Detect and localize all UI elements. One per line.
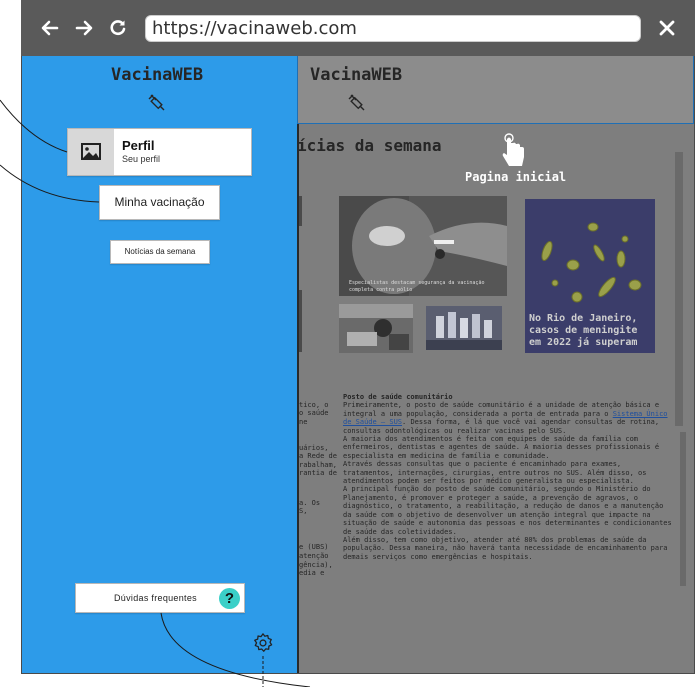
text-fragment: ne — [299, 418, 308, 426]
news-photo — [339, 304, 413, 353]
image-icon — [68, 129, 114, 175]
syringe-icon — [147, 92, 167, 117]
text-fragment: o saúde — [299, 409, 329, 417]
gear-icon[interactable] — [252, 632, 274, 659]
news-card-small[interactable] — [339, 304, 413, 353]
text-fragment: atenção — [299, 552, 329, 560]
my-vaccination-button[interactable]: Minha vacinação — [99, 185, 220, 220]
scrollbar[interactable] — [680, 432, 686, 586]
news-card-meningitis[interactable]: No Rio de Janeiro, casos de meningite em… — [525, 199, 655, 353]
close-icon[interactable] — [657, 18, 677, 38]
news-title: No Rio de Janeiro, casos de meningite em… — [529, 313, 638, 348]
article-paragraph: A maioria dos atendimentos é feita com e… — [343, 435, 660, 460]
weekly-news-button[interactable]: Notícias da semana — [110, 240, 210, 264]
text-fragment: S, — [299, 507, 308, 515]
screen: https://vacinaweb.com VacinaWEB ícias da… — [0, 0, 700, 687]
faq-label: Dúvidas frequentes — [114, 593, 197, 603]
scrollbar[interactable] — [675, 152, 683, 426]
news-photo — [426, 306, 502, 350]
news-heading: ícias da semana — [297, 136, 442, 155]
article-paragraph: Através dessas consultas que o paciente … — [343, 460, 647, 486]
news-thumbnail[interactable] — [299, 290, 302, 352]
arrow-left-icon[interactable] — [40, 18, 60, 38]
url-input[interactable]: https://vacinaweb.com — [145, 15, 641, 42]
page-header: VacinaWEB — [297, 56, 694, 124]
news-card-small[interactable] — [426, 306, 502, 350]
profile-subtitle: Seu perfil — [122, 154, 161, 164]
news-caption: Especialistas destacam segurança da vaci… — [349, 280, 485, 293]
arrow-right-icon[interactable] — [74, 18, 94, 38]
text-fragment: rantia de — [299, 469, 337, 477]
text-fragment: e (UBS) — [299, 543, 329, 551]
article-title: Posto de saúde comunitário — [343, 393, 453, 401]
article-paragraph: A principal função do posto de saúde com… — [343, 485, 672, 536]
page-content: ícias da semana Especialistas destacam s… — [297, 124, 694, 673]
article-paragraph: Além disso, tem como objetivo, atender a… — [343, 535, 668, 561]
brand-title: VacinaWEB — [310, 65, 403, 85]
article-paragraph: Primeiramente, o posto de saúde comunitá… — [343, 401, 673, 435]
faq-button[interactable]: Dúvidas frequentes ? — [75, 583, 245, 613]
syringe-icon — [347, 92, 367, 117]
browser-toolbar: https://vacinaweb.com — [21, 0, 695, 56]
brand-title: VacinaWEB — [111, 65, 204, 85]
profile-button[interactable]: Perfil Seu perfil — [67, 128, 252, 176]
text-fragment: a Rede de — [299, 452, 337, 460]
reload-icon[interactable] — [108, 18, 128, 38]
news-card-polio[interactable]: Especialistas destacam segurança da vaci… — [339, 196, 507, 296]
tap-hand-icon — [501, 133, 527, 174]
text-fragment: edia e — [299, 569, 325, 577]
profile-title: Perfil — [122, 138, 155, 153]
article-text: Primeiramente, o posto de saúde comunitá… — [343, 401, 660, 418]
article: Posto de saúde comunitário Primeiramente… — [343, 393, 673, 561]
tap-hint-label: Pagina inicial — [465, 170, 567, 184]
side-menu: VacinaWEB Perfil Seu perfil Minha vacina… — [22, 56, 297, 673]
question-icon: ? — [219, 588, 240, 609]
news-thumbnail[interactable] — [299, 196, 302, 226]
